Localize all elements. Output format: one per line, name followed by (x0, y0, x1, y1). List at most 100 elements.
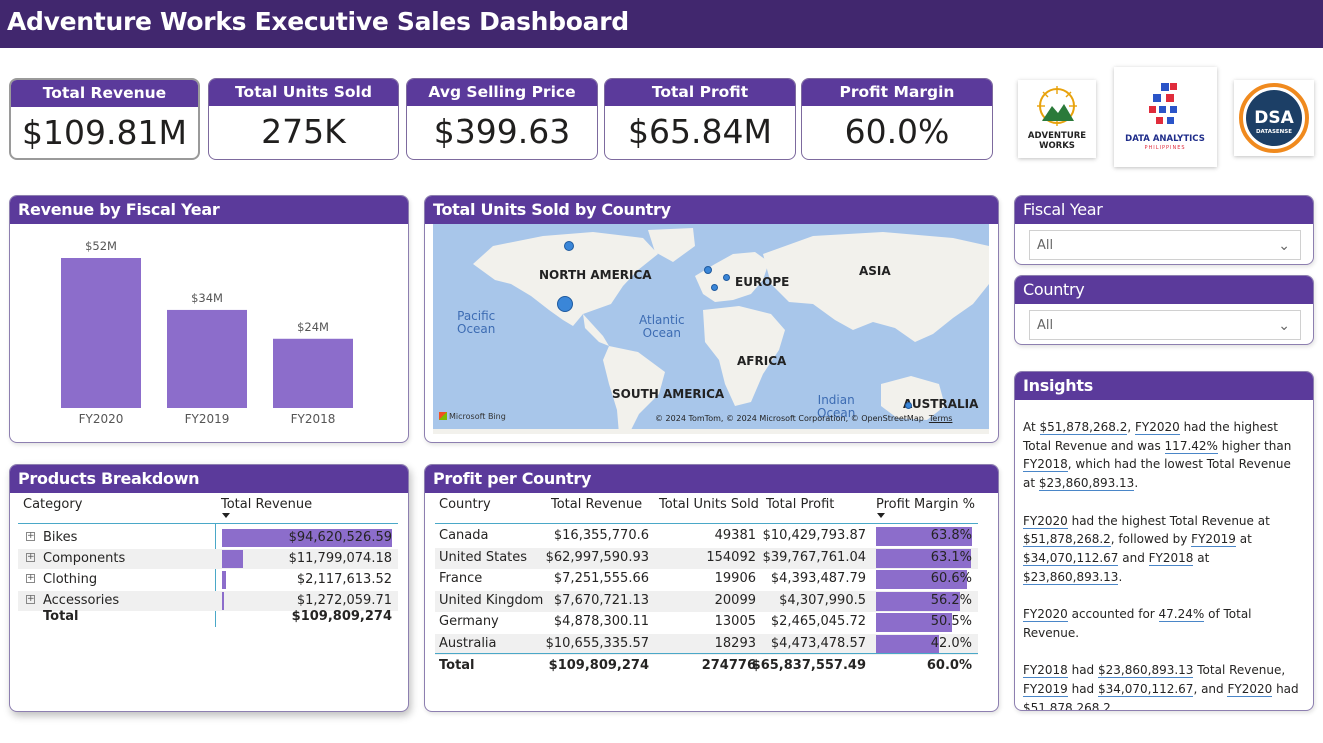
kpi-card-avg-selling-price[interactable]: Avg Selling Price $399.63 (406, 78, 598, 160)
kpi-value: $65.84M (628, 112, 772, 151)
kpi-label: Avg Selling Price (407, 79, 597, 106)
terms-link[interactable]: Terms (929, 414, 953, 423)
insight-value: FY2019 (1023, 681, 1068, 697)
units-cell: 20099 (714, 592, 756, 608)
kpi-value: 275K (261, 112, 346, 151)
bar-fy2019[interactable] (167, 309, 247, 408)
column-header[interactable]: Total Units Sold (659, 497, 759, 512)
table-row[interactable]: + Bikes $94,620,526.59 (18, 528, 398, 548)
country-cell: Australia (439, 635, 497, 651)
kpi-label: Total Revenue (11, 80, 198, 107)
logo-text: DATASENSE (1256, 129, 1292, 135)
insights-panel[interactable]: Insights At $51,878,268.2, FY2020 had th… (1014, 371, 1314, 711)
country-slicer[interactable]: Country All ⌄ (1014, 275, 1314, 345)
insight-value: FY2020 (1227, 681, 1273, 697)
column-header[interactable]: Total Revenue (551, 497, 642, 512)
map-bubble-canada[interactable] (564, 241, 574, 251)
map-bubble-united-kingdom[interactable] (704, 266, 712, 274)
title-bar: Adventure Works Executive Sales Dashboar… (0, 0, 1323, 48)
profit-cell: $10,429,793.87 (762, 528, 866, 543)
units-cell: 49381 (714, 528, 756, 543)
country-cell: Germany (439, 614, 499, 629)
bar-fy2020[interactable] (61, 258, 141, 408)
chevron-down-icon: ⌄ (1278, 238, 1290, 254)
table-row[interactable]: + Accessories $1,272,059.71 (18, 591, 398, 611)
table-row[interactable]: United States $62,997,590.93 154092 $39,767… (435, 547, 978, 569)
revenue-databar (222, 592, 225, 610)
map-bubble-australia[interactable] (905, 402, 912, 409)
column-header[interactable]: Profit Margin % (876, 497, 975, 512)
datasense-logo: DSA DATASENSE (1234, 80, 1314, 156)
revenue-bar-chart[interactable]: $52M FY2020 $34M FY2019 $24M FY2018 (10, 224, 408, 442)
category-cell: Bikes (43, 530, 78, 545)
map-bubble-germany[interactable] (723, 274, 730, 281)
world-map[interactable]: NORTH AMERICA EUROPE ASIA AFRICA SOUTH A… (433, 224, 989, 434)
table-row[interactable]: + Clothing $2,117,613.52 (18, 570, 398, 590)
insight-paragraph: FY2020 accounted for 47.24% of Total Rev… (1023, 607, 1252, 640)
continent-label: ASIA (859, 264, 891, 278)
table-row[interactable]: Canada $16,355,770.6 49381 $10,429,793.87 63… (435, 526, 978, 547)
revenue-cell: $94,620,526.59 (288, 530, 392, 545)
kpi-card-total-units-sold[interactable]: Total Units Sold 275K (208, 78, 399, 160)
total-divider (435, 653, 978, 654)
expand-icon[interactable]: + (26, 574, 35, 583)
products-matrix[interactable]: Category Total Revenue + Bikes $94,620,526… (10, 493, 408, 711)
chevron-down-icon: ⌄ (1278, 318, 1290, 334)
table-row[interactable]: Germany $4,878,300.11 13005 $2,465,045.72 50… (435, 612, 978, 633)
map-bubble-united-states[interactable] (557, 296, 573, 312)
table-row[interactable]: Australia $10,655,335.57 18293 $4,473,478.5… (435, 633, 978, 655)
total-value: $109,809,274 (291, 609, 392, 624)
country-cell: United States (439, 549, 528, 565)
column-header[interactable]: Total Profit (766, 497, 834, 512)
profit-table[interactable]: Country Total Revenue Total Units Sold T… (425, 493, 998, 711)
table-row[interactable]: + Components $11,799,074.18 (18, 549, 398, 569)
column-header[interactable]: Total Revenue (221, 497, 312, 512)
table-row[interactable]: France $7,251,555.66 19906 $4,393,487.79 60.… (435, 569, 978, 590)
revenue-by-fiscal-year-panel[interactable]: Revenue by Fiscal Year $52M FY2020 $34M FY2… (9, 195, 409, 443)
bar-fy2018[interactable] (273, 338, 353, 408)
insight-value: 117.42% (1164, 438, 1218, 454)
column-header[interactable]: Category (23, 497, 82, 512)
kpi-value: 60.0% (844, 112, 950, 151)
kpi-card-total-revenue[interactable]: Total Revenue $109.81M (9, 78, 200, 160)
profit-cell: $4,473,478.57 (770, 635, 866, 651)
page-title: Adventure Works Executive Sales Dashboar… (7, 7, 629, 36)
column-header[interactable]: Country (439, 497, 491, 512)
dap-logo-icon: DATA ANALYTICS PHILIPPINES (1125, 83, 1205, 151)
units-cell: 154092 (706, 549, 756, 565)
logo-text: ADVENTURE (1028, 131, 1086, 141)
continent-label: NORTH AMERICA (539, 268, 652, 282)
revenue-cell: $4,878,300.11 (553, 614, 649, 629)
data-analytics-philippines-logo: DATA ANALYTICS PHILIPPINES (1114, 67, 1217, 167)
total-margin: 60.0% (926, 658, 972, 673)
units-by-country-panel[interactable]: Total Units Sold by Country NORTH AMERIC… (424, 195, 999, 443)
total-label: Total (439, 658, 475, 673)
panel-title: Products Breakdown (10, 465, 408, 493)
panel-title: Total Units Sold by Country (425, 196, 998, 224)
expand-icon[interactable]: + (26, 595, 35, 604)
products-breakdown-panel[interactable]: Products Breakdown Category Total Revenu… (9, 464, 409, 712)
profit-cell: $4,307,990.5 (779, 592, 866, 608)
table-row[interactable]: United Kingdom $7,670,721.13 20099 $4,307,9… (435, 590, 978, 612)
kpi-card-total-profit[interactable]: Total Profit $65.84M (604, 78, 796, 160)
expand-icon[interactable]: + (26, 532, 35, 541)
dsa-logo-icon: DSA DATASENSE (1239, 83, 1309, 153)
revenue-cell: $7,251,555.66 (553, 571, 649, 586)
insight-value: FY2020 (1134, 420, 1180, 435)
total-units: 274776 (701, 658, 756, 673)
insight-paragraph: FY2020 had the highest Total Revenue at … (1023, 513, 1270, 585)
expand-icon[interactable]: + (26, 553, 35, 562)
map-bubble-france[interactable] (711, 284, 718, 291)
data-label: $52M (85, 239, 117, 253)
fiscal-year-slicer[interactable]: Fiscal Year All ⌄ (1014, 195, 1314, 265)
insight-value: $23,860,893.13 (1098, 663, 1194, 679)
revenue-cell: $1,272,059.71 (296, 593, 392, 608)
insight-value: 47.24% (1158, 607, 1205, 622)
fiscal-year-dropdown[interactable]: All ⌄ (1029, 230, 1301, 260)
profit-per-country-panel[interactable]: Profit per Country Country Total Revenue… (424, 464, 999, 712)
logo-text: DATA ANALYTICS (1125, 134, 1205, 144)
country-dropdown[interactable]: All ⌄ (1029, 310, 1301, 340)
kpi-card-profit-margin[interactable]: Profit Margin 60.0% (801, 78, 993, 160)
continent-label: AFRICA (737, 354, 787, 368)
insight-value: $34,070,112.67 (1023, 550, 1119, 566)
